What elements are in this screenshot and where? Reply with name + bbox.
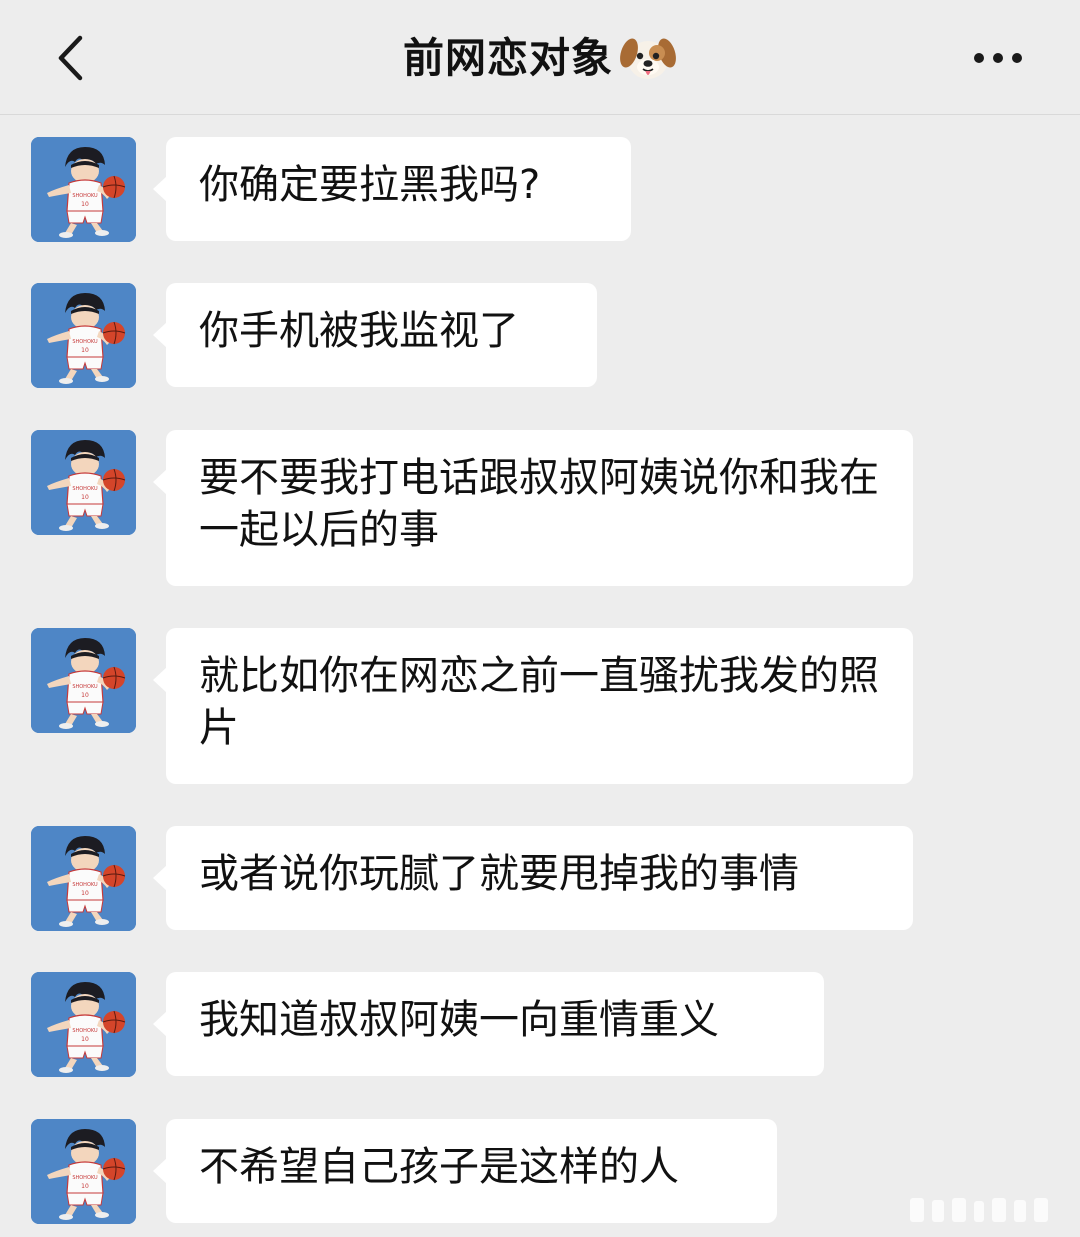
svg-text:10: 10 bbox=[81, 692, 89, 699]
avatar-icon: SHOHOKU 10 bbox=[31, 1119, 136, 1224]
avatar-icon: SHOHOKU 10 bbox=[31, 137, 136, 242]
message-bubble[interactable]: 不希望自己孩子是这样的人 bbox=[153, 1119, 777, 1223]
avatar[interactable]: SHOHOKU 10 bbox=[31, 430, 136, 535]
avatar-icon: SHOHOKU 10 bbox=[31, 430, 136, 535]
avatar[interactable]: SHOHOKU 10 bbox=[31, 628, 136, 733]
avatar[interactable]: SHOHOKU 10 bbox=[31, 137, 136, 242]
svg-text:SHOHOKU: SHOHOKU bbox=[72, 1028, 98, 1034]
avatar-icon: SHOHOKU 10 bbox=[31, 283, 136, 388]
svg-text:SHOHOKU: SHOHOKU bbox=[72, 486, 98, 492]
svg-text:10: 10 bbox=[81, 347, 89, 354]
svg-text:10: 10 bbox=[81, 1036, 89, 1043]
message-bubble[interactable]: 或者说你玩腻了就要甩掉我的事情 bbox=[153, 826, 913, 930]
more-dot bbox=[993, 53, 1003, 63]
message-bubble[interactable]: 就比如你在网恋之前一直骚扰我发的照片 bbox=[153, 628, 913, 784]
svg-text:10: 10 bbox=[81, 890, 89, 897]
avatar[interactable]: SHOHOKU 10 bbox=[31, 972, 136, 1077]
more-options-button[interactable] bbox=[968, 38, 1028, 78]
avatar[interactable]: SHOHOKU 10 bbox=[31, 1119, 136, 1224]
message-bubble[interactable]: 你确定要拉黑我吗? bbox=[153, 137, 631, 241]
dog-face-icon bbox=[620, 38, 676, 79]
svg-text:SHOHOKU: SHOHOKU bbox=[72, 684, 98, 690]
svg-text:SHOHOKU: SHOHOKU bbox=[72, 193, 98, 199]
message-bubble[interactable]: 要不要我打电话跟叔叔阿姨说你和我在一起以后的事 bbox=[153, 430, 913, 586]
avatar-icon: SHOHOKU 10 bbox=[31, 972, 136, 1077]
chat-title-container: 前网恋对象 bbox=[0, 28, 1080, 88]
message-bubble[interactable]: 你手机被我监视了 bbox=[153, 283, 597, 387]
svg-text:10: 10 bbox=[81, 201, 89, 208]
avatar-icon: SHOHOKU 10 bbox=[31, 628, 136, 733]
avatar-icon: SHOHOKU 10 bbox=[31, 826, 136, 931]
svg-text:10: 10 bbox=[81, 1183, 89, 1190]
chat-title: 前网恋对象 bbox=[403, 34, 613, 82]
more-dot bbox=[974, 53, 984, 63]
watermark-graphic bbox=[910, 1198, 1048, 1222]
avatar[interactable]: SHOHOKU 10 bbox=[31, 826, 136, 931]
svg-text:SHOHOKU: SHOHOKU bbox=[72, 1175, 98, 1181]
chat-header: 前网恋对象 bbox=[0, 0, 1080, 115]
svg-text:SHOHOKU: SHOHOKU bbox=[72, 882, 98, 888]
svg-text:SHOHOKU: SHOHOKU bbox=[72, 339, 98, 345]
more-dot bbox=[1012, 53, 1022, 63]
message-bubble[interactable]: 我知道叔叔阿姨一向重情重义 bbox=[153, 972, 824, 1076]
svg-text:10: 10 bbox=[81, 494, 89, 501]
avatar[interactable]: SHOHOKU 10 bbox=[31, 283, 136, 388]
